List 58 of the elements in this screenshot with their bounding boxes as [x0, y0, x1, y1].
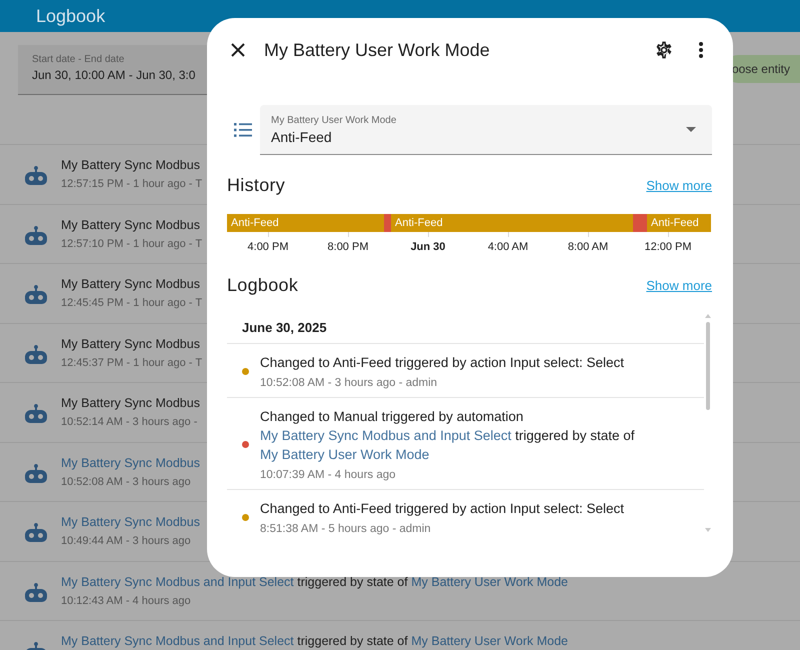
robot-icon	[25, 344, 47, 364]
show-more-link[interactable]: Show more	[646, 178, 712, 193]
entry-title: My Battery Sync Modbus and Input Select triggered by state of My Battery User Work Mode	[61, 574, 568, 588]
entry-title: My Battery Sync Modbus	[61, 218, 201, 232]
robot-icon	[25, 523, 47, 543]
timeline-segment: Anti-Feed	[391, 214, 607, 232]
log-time: 8:51:38 AM - 5 hours ago - admin	[260, 523, 432, 535]
list-icon	[234, 123, 252, 137]
axis-label: 4:00 AM	[488, 241, 528, 253]
entry-title: My Battery Sync Modbus	[61, 158, 201, 172]
entity-link[interactable]: My Battery Sync Modbus	[61, 515, 200, 529]
robot-icon	[25, 582, 47, 602]
robot-icon	[25, 166, 47, 186]
dropdown-caret-icon	[686, 127, 696, 132]
robot-icon	[25, 226, 47, 246]
entity-link[interactable]: My Battery Sync Modbus and Input Select	[61, 574, 294, 588]
robot-icon	[25, 464, 47, 484]
entry-title: My Battery Sync Modbus and Input Select triggered by state of My Battery User Work Mode	[61, 634, 568, 648]
entry-title: My Battery Sync Modbus	[61, 277, 201, 291]
date-heading: June 30, 2025	[227, 310, 704, 344]
axis-label: Jun 30	[410, 241, 446, 253]
more-options-icon[interactable]	[698, 41, 704, 59]
entry-time: 10:49:44 AM - 3 hours ago	[61, 535, 192, 547]
mode-select[interactable]: My Battery User Work Mode Anti-Feed	[260, 105, 712, 155]
dialog-title: My Battery User Work Mode	[264, 40, 491, 60]
robot-icon	[25, 404, 47, 424]
axis-label: 8:00 AM	[568, 241, 608, 253]
entry-time: 12:45:37 PM - 1 hour ago - T	[61, 356, 202, 368]
entry-title: My Battery Sync Modbus	[61, 396, 200, 410]
log-message: Changed to Manual triggered by automation My Battery Sync Modbus and Input Select triggered by state of My Battery User Work Mode	[260, 408, 636, 464]
section-title: Logbook	[227, 275, 298, 296]
entity-link[interactable]: My Battery Sync Modbus and Input Select	[260, 428, 512, 443]
entity-link[interactable]: My Battery Sync Modbus and Input Select	[61, 634, 294, 648]
page-title: Logbook	[36, 6, 106, 26]
section-title: History	[227, 175, 286, 196]
entry-time: 12:45:45 PM - 1 hour ago - T	[61, 297, 202, 309]
entity-link[interactable]: My Battery User Work Mode	[260, 447, 430, 462]
timeline-segment: Anti-Feed	[647, 214, 711, 232]
entry-title: My Battery Sync Modbus	[61, 336, 201, 350]
robot-icon	[25, 285, 47, 305]
entry-time: 10:52:14 AM - 3 hours ago -	[61, 416, 198, 428]
entity-link[interactable]: My Battery User Work Mode	[411, 634, 568, 648]
entry-time: 12:57:10 PM - 1 hour ago - T	[61, 238, 202, 250]
log-time: 10:07:39 AM - 4 hours ago	[260, 469, 397, 481]
entry-time: 12:57:15 PM - 1 hour ago - T	[61, 178, 202, 190]
axis-label: 4:00 PM	[248, 241, 288, 253]
log-time: 10:52:08 AM - 3 hours ago - admin	[260, 377, 438, 389]
entry-time: 10:12:43 AM - 4 hours ago	[61, 594, 192, 606]
log-message: Changed to Anti-Feed triggered by action Input select: Select	[260, 354, 624, 372]
axis-label: 12:00 PM	[644, 241, 692, 253]
entry-time: 10:52:08 AM - 3 hours ago	[61, 476, 192, 488]
axis-label: 8:00 PM	[328, 241, 368, 253]
log-message: Changed to Anti-Feed triggered by action Input select: Select	[260, 500, 624, 518]
show-more-link[interactable]: Show more	[646, 278, 712, 293]
entity-link[interactable]: My Battery User Work Mode	[411, 574, 568, 588]
entity-link[interactable]: My Battery Sync Modbus	[61, 456, 200, 470]
timeline-segment: Anti-Feed	[227, 214, 384, 232]
settings-icon[interactable]	[654, 40, 674, 60]
